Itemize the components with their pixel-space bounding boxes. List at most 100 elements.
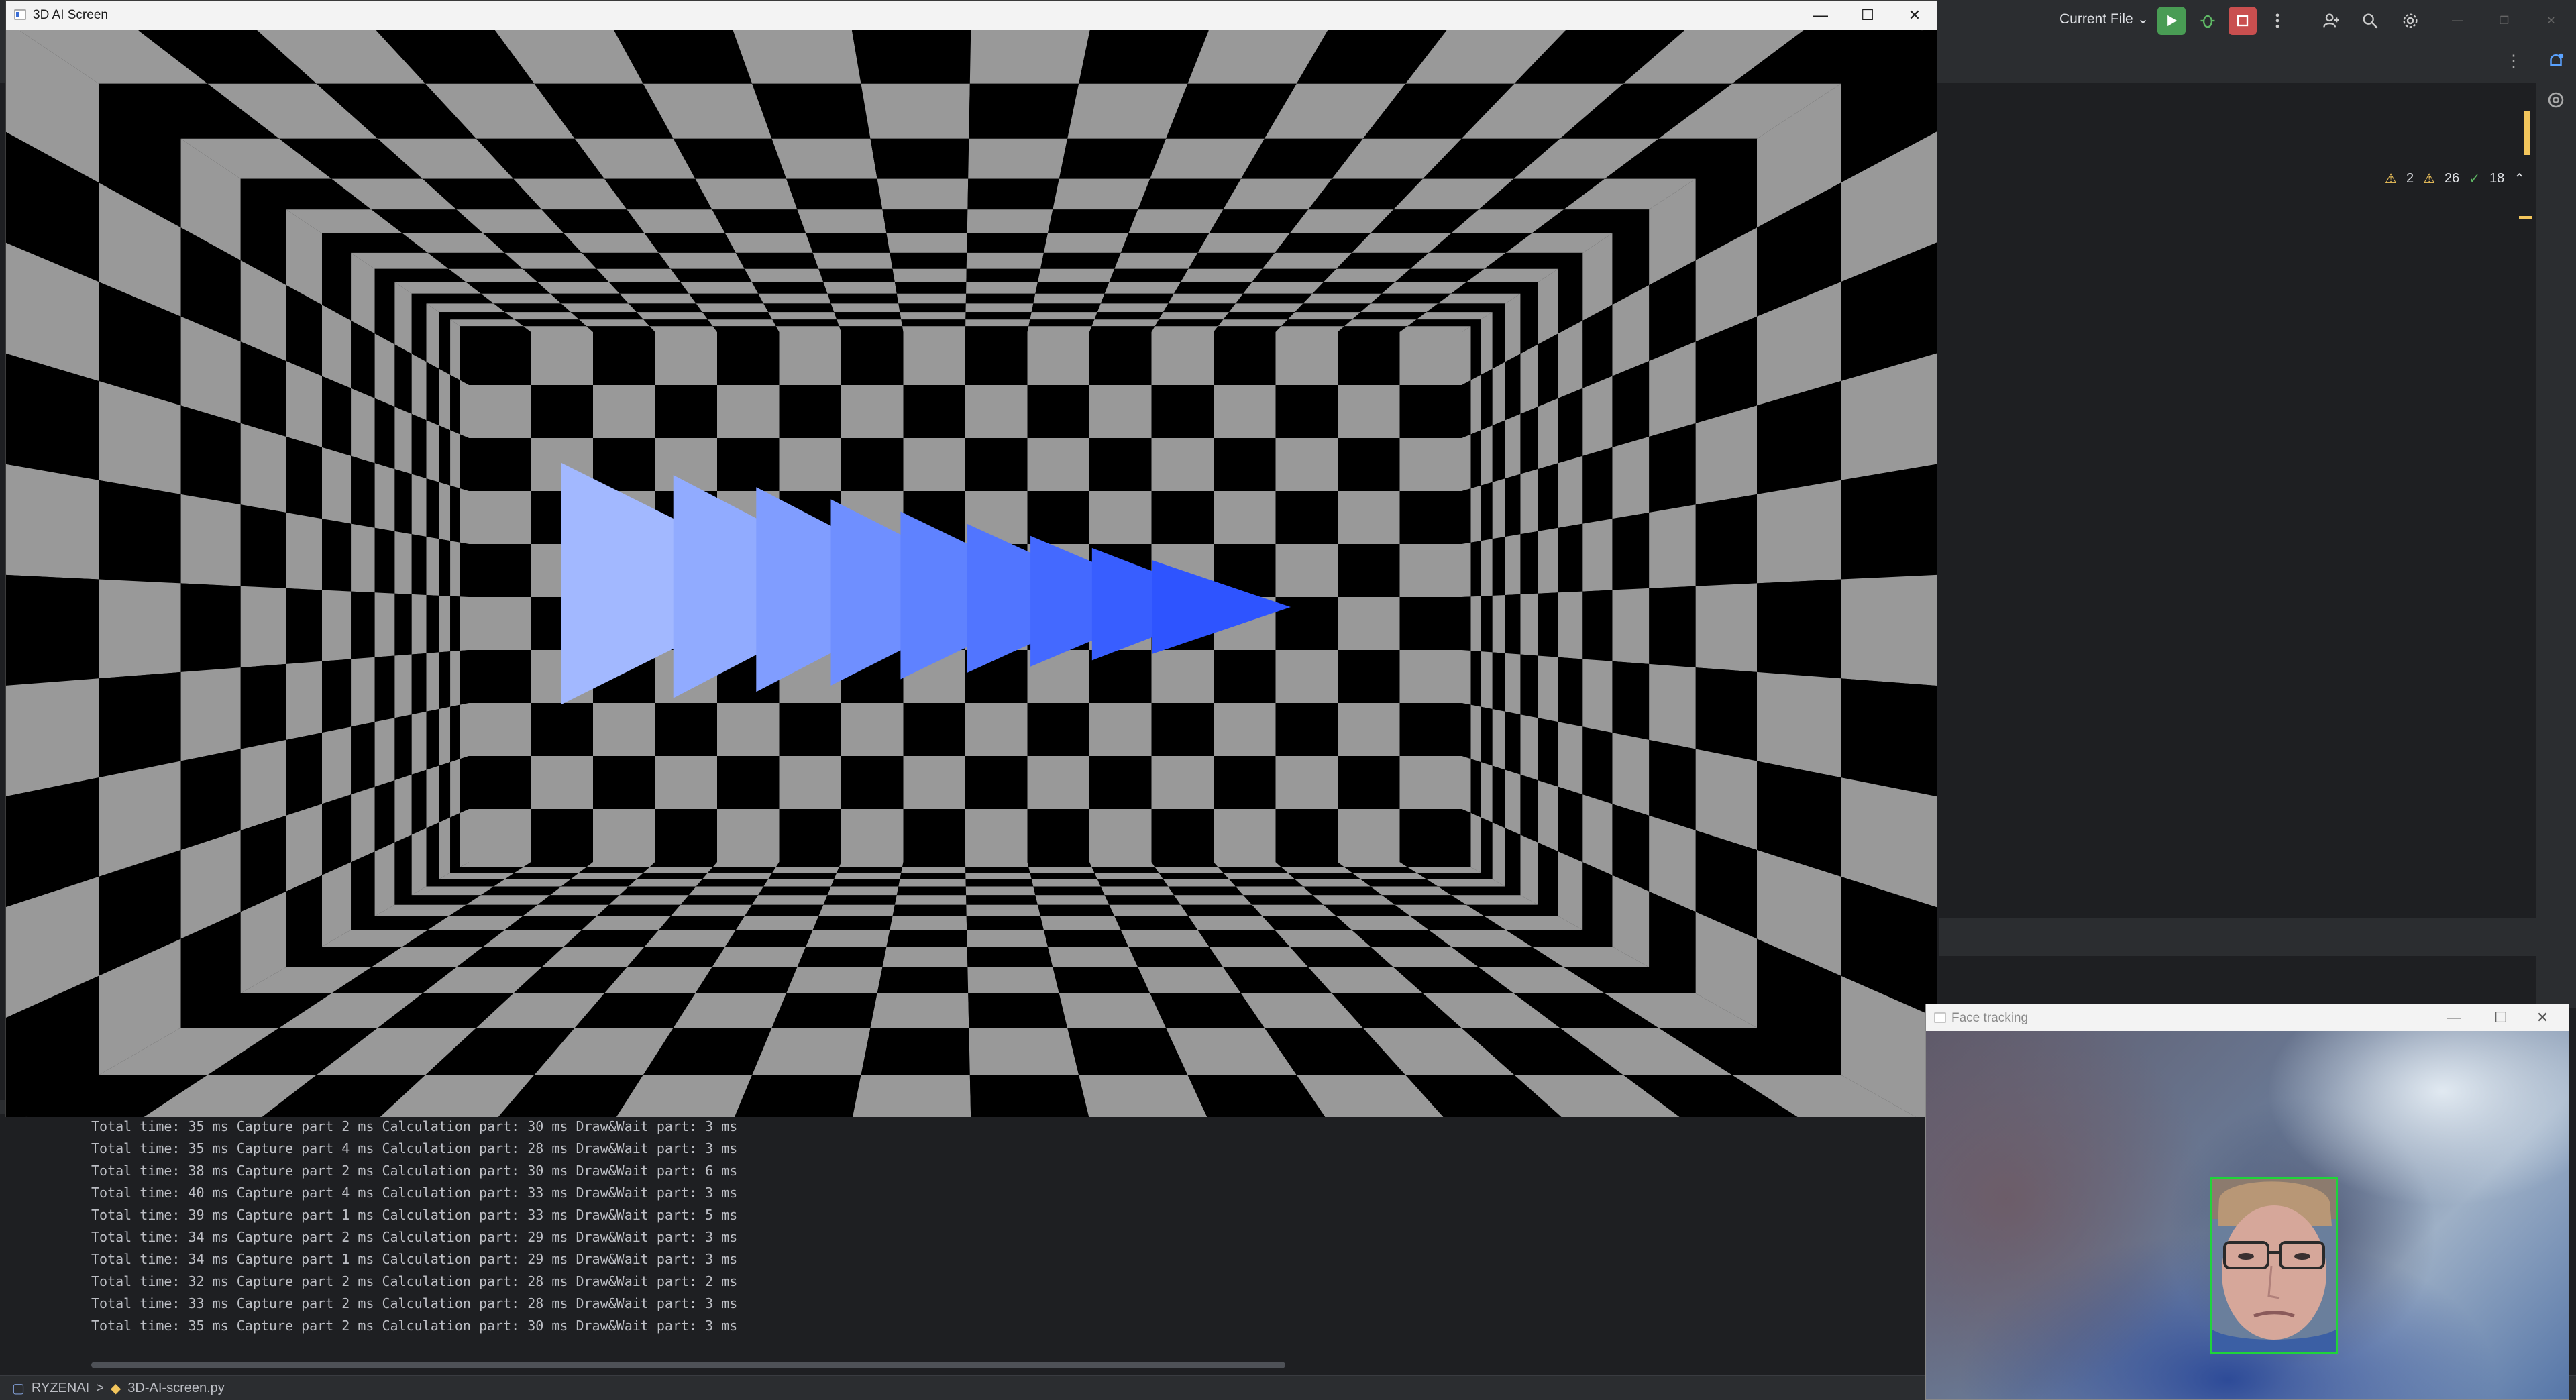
checker-tile: [608, 895, 689, 905]
ide-close-button[interactable]: ✕: [2537, 7, 2565, 35]
stop-button[interactable]: [2229, 7, 2257, 35]
checker-tile: [582, 252, 671, 269]
ide-minimize-button[interactable]: —: [2443, 7, 2471, 35]
console-output[interactable]: Total time: 35 ms Capture part 2 ms Calc…: [91, 1116, 737, 1337]
checker-tile: [861, 1028, 970, 1075]
checker-tile: [1505, 474, 1521, 537]
run-console-panel[interactable]: Total time: 35 ms Capture part 2 ms Calc…: [0, 1114, 1932, 1375]
face-window-title: Face tracking: [1951, 1011, 2029, 1025]
checker-tile: [1275, 544, 1338, 597]
checker-tile: [531, 756, 593, 809]
checker-tile: [1159, 312, 1230, 320]
search-button[interactable]: [2356, 7, 2384, 35]
ai-minimize-button[interactable]: —: [1797, 1, 1844, 30]
checker-tile: [469, 597, 531, 650]
more-actions-button[interactable]: [2263, 7, 2292, 35]
scrollbar-marker[interactable]: [2519, 216, 2532, 219]
ide-restore-button[interactable]: ❐: [2490, 7, 2518, 35]
checker-tile: [758, 293, 831, 304]
more-icon: [2275, 13, 2279, 28]
run-button[interactable]: [2157, 7, 2186, 35]
checker-tile: [1303, 886, 1382, 896]
checker-tile: [1462, 542, 1471, 597]
checker-tile: [180, 494, 241, 586]
checker-tile: [450, 867, 523, 873]
checker-tile: [1505, 534, 1521, 595]
checker-tile: [1399, 862, 1471, 867]
chevron-up-icon[interactable]: ⌃: [2514, 170, 2525, 187]
checker-tile: [469, 385, 531, 438]
checker-tile: [1426, 879, 1505, 887]
face-window-titlebar[interactable]: Face tracking — ☐ ✕: [1926, 1004, 2569, 1032]
checker-tile: [717, 385, 780, 438]
checker-tile: [1138, 178, 1241, 210]
breadcrumb-project[interactable]: RYZENAI: [32, 1381, 89, 1396]
checker-tile: [695, 178, 798, 210]
checker-tile: [394, 714, 412, 781]
ai-window-titlebar[interactable]: 3D AI Screen — ☐ ✕: [6, 1, 1937, 31]
breadcrumb-file[interactable]: 3D-AI-screen.py: [127, 1381, 225, 1396]
checker-tile: [1120, 930, 1210, 947]
checker-tile: [374, 333, 395, 407]
checker-tile: [1053, 967, 1150, 993]
checker-tile: [892, 904, 967, 916]
debug-button[interactable]: [2194, 7, 2222, 35]
checker-tile: [772, 319, 839, 327]
checker-tile: [827, 886, 899, 896]
code-with-me-button[interactable]: [2317, 7, 2345, 35]
checker-tile: [1407, 867, 1481, 873]
checker-tile: [1505, 653, 1521, 715]
ai-maximize-button[interactable]: ☐: [1844, 1, 1891, 30]
checker-tile: [99, 480, 181, 584]
checker-tile: [965, 303, 1034, 313]
face-minimize-button[interactable]: —: [2430, 1003, 2477, 1032]
checker-tile: [537, 895, 620, 905]
checker-tile: [834, 873, 902, 879]
checker-tile: [1275, 756, 1338, 809]
checker-tile: [1097, 879, 1169, 887]
more-icon[interactable]: ⋮: [2506, 52, 2522, 71]
checker-tile: [870, 138, 969, 179]
checker-tile: [1214, 438, 1276, 491]
checker-tile: [1338, 650, 1400, 703]
checker-tile: [797, 209, 887, 233]
checker-tile: [460, 650, 469, 705]
checker-tile: [1470, 759, 1481, 818]
checker-tile: [450, 759, 460, 818]
checker-tile: [827, 293, 899, 304]
checker-tile: [1031, 303, 1101, 313]
ai-assistant-button[interactable]: [2546, 90, 2566, 113]
checker-tile: [1462, 596, 1471, 651]
console-horizontal-scrollbar[interactable]: [91, 1362, 1285, 1368]
checker-tile: [834, 312, 902, 320]
checker-tile: [1275, 597, 1338, 650]
checker-tile: [965, 312, 1032, 320]
checker-tile: [965, 879, 1034, 887]
checker-tile: [902, 862, 966, 867]
checker-tile: [322, 726, 352, 804]
checker-tile: [469, 756, 531, 809]
settings-button[interactable]: [2396, 7, 2424, 35]
checker-tile: [898, 303, 966, 313]
checker-tile: [966, 895, 1038, 905]
notifications-button[interactable]: [2546, 51, 2566, 74]
checker-tile: [1399, 491, 1462, 544]
checker-tile: [1151, 756, 1214, 809]
run-config-selector[interactable]: Current File ⌄: [2059, 11, 2149, 28]
checker-tile: [670, 268, 752, 282]
checker-tile: [515, 867, 587, 873]
checker-tile: [751, 895, 828, 905]
checker-tile: [717, 332, 780, 385]
console-line: Total time: 39 ms Capture part 1 ms Calc…: [91, 1207, 738, 1223]
checker-tile: [900, 873, 966, 879]
scrollbar-marker[interactable]: [2524, 111, 2530, 155]
ai-close-button[interactable]: ✕: [1891, 1, 1938, 30]
inspection-widget[interactable]: ⚠2 ⚠26 ✓18 ⌃ ⌄: [2385, 170, 2546, 187]
face-maximize-button[interactable]: ☐: [2477, 1003, 2524, 1032]
checker-tile: [1757, 671, 1841, 778]
checker-tile: [1505, 414, 1521, 479]
checker-tile: [779, 438, 841, 491]
checker-tile: [1492, 537, 1505, 596]
face-close-button[interactable]: ✕: [2519, 1003, 2566, 1032]
checker-tile: [1089, 438, 1152, 491]
